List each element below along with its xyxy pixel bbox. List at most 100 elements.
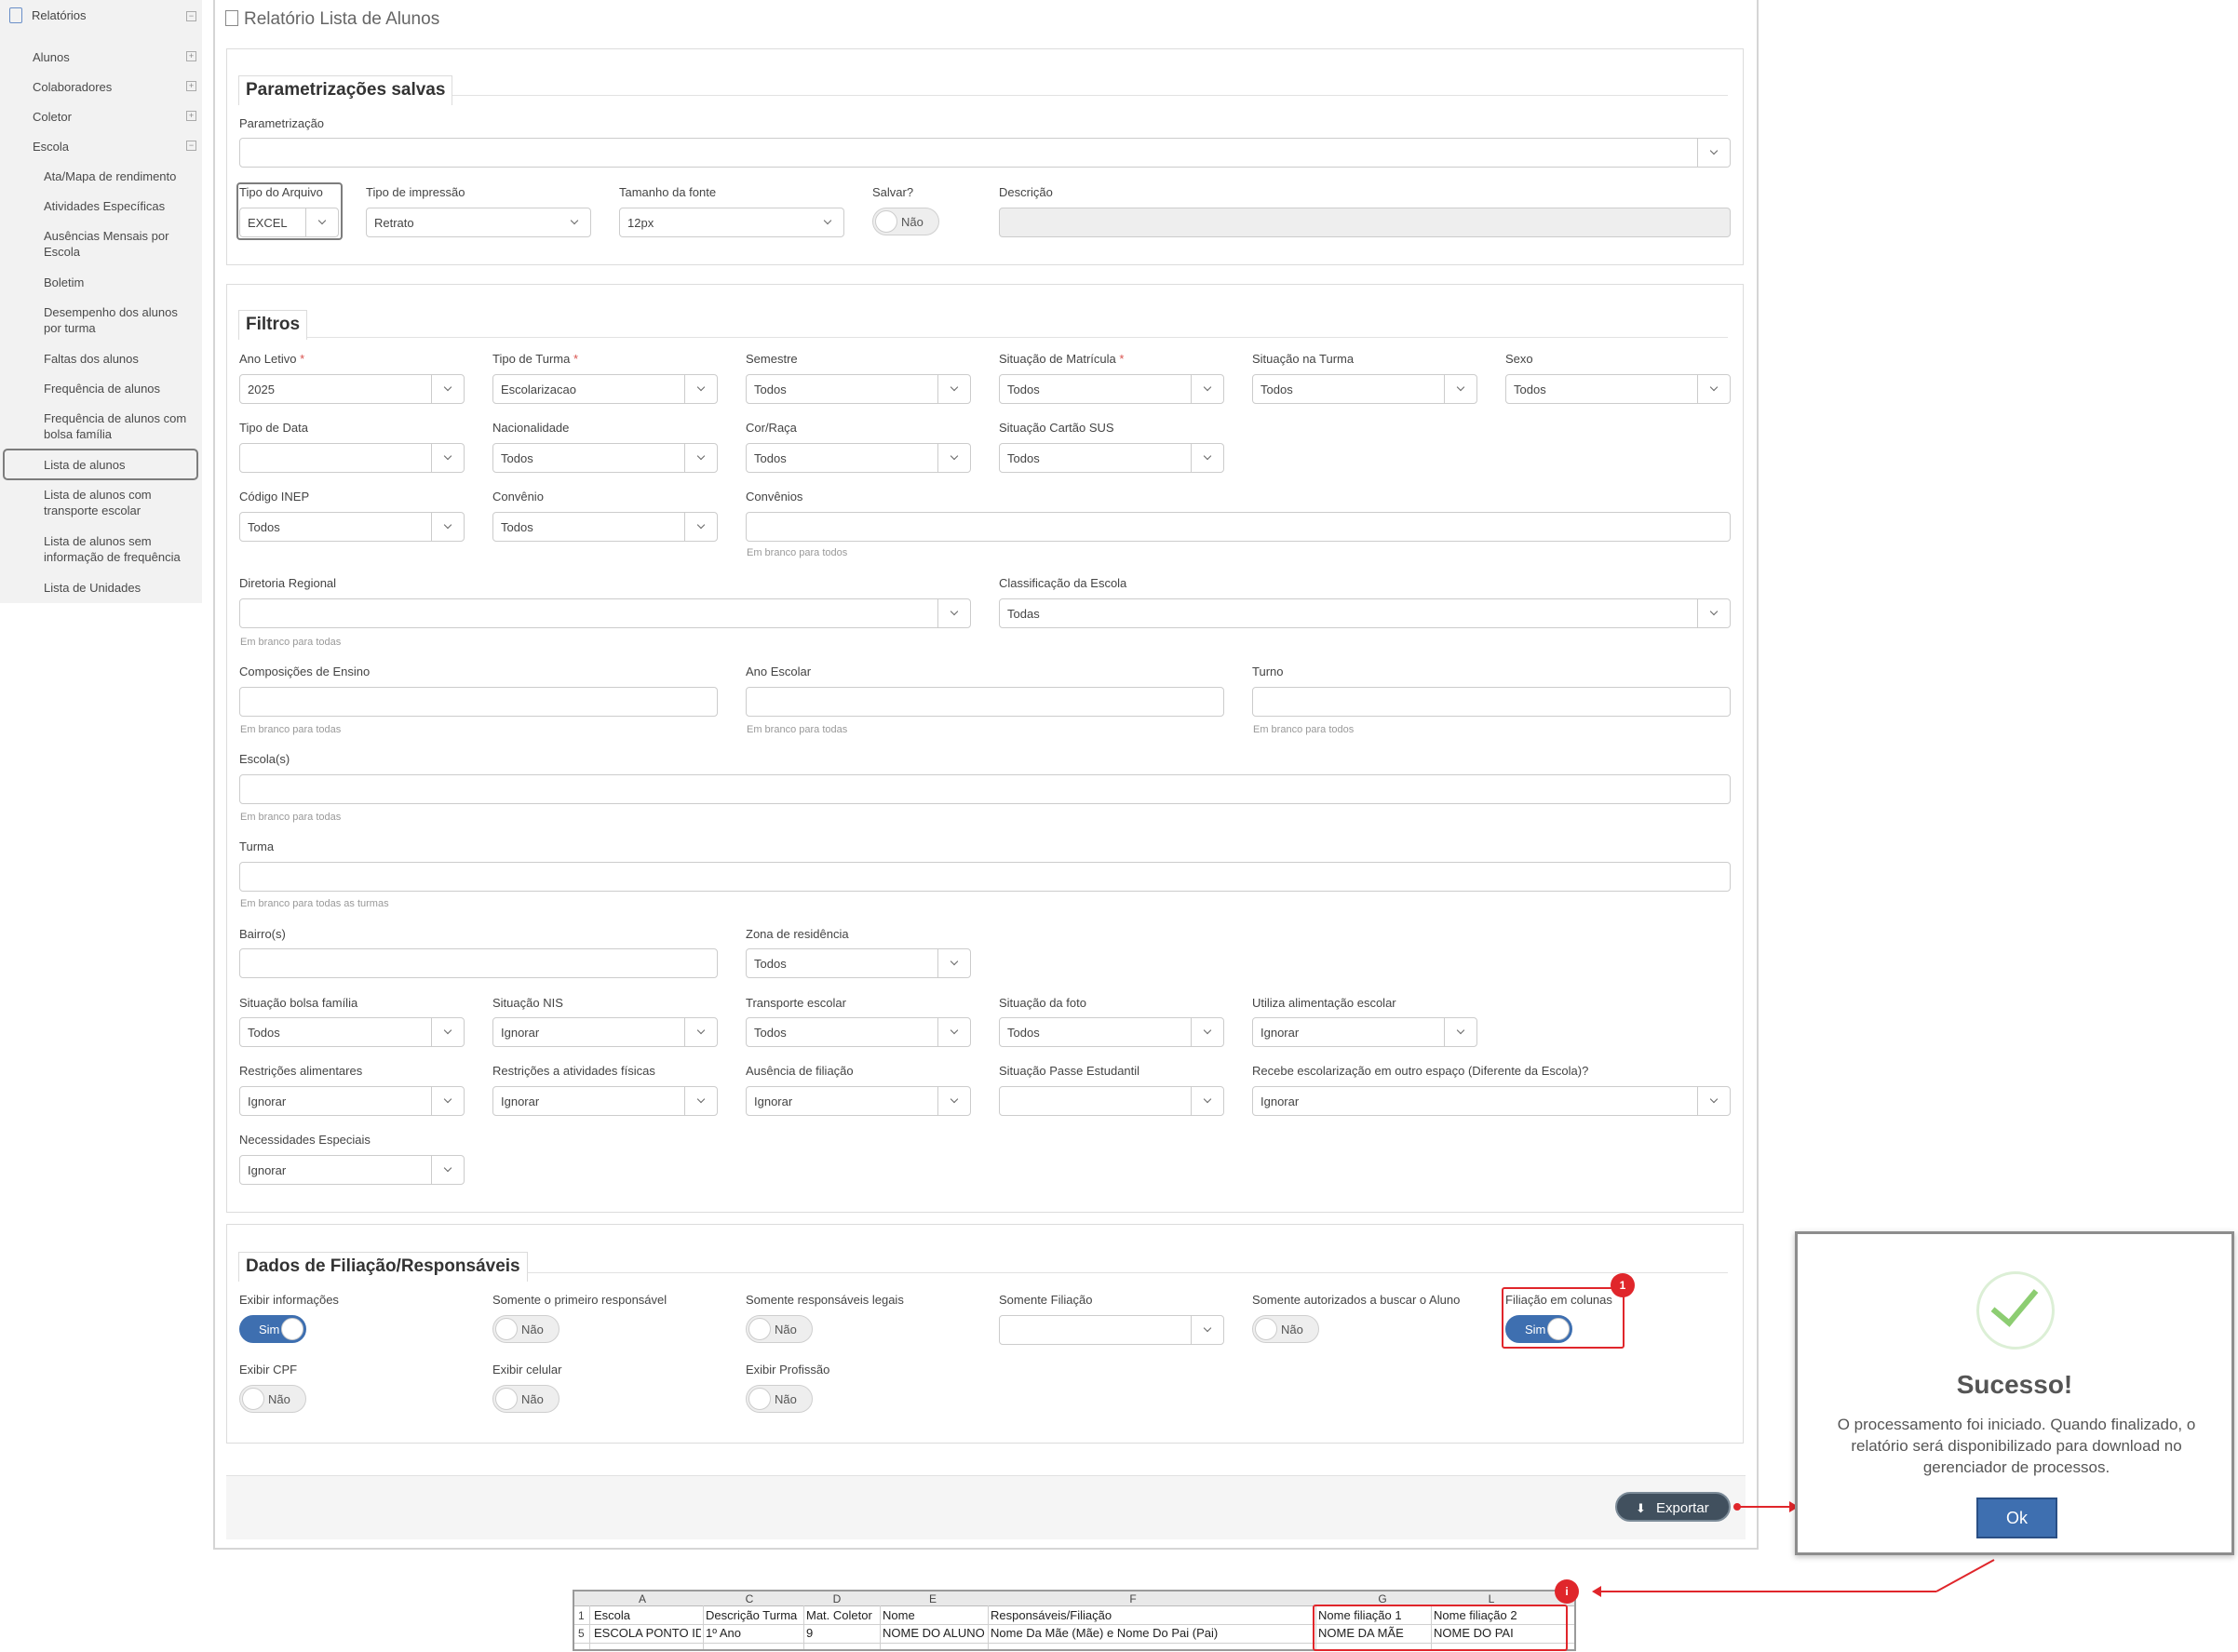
alimentacao-value: Ignorar bbox=[1261, 1026, 1300, 1040]
chevron-down-icon bbox=[937, 1018, 970, 1046]
column-letter: D bbox=[832, 1592, 842, 1605]
sidebar-item-alunos[interactable]: Alunos bbox=[33, 49, 70, 65]
chevron-down-icon bbox=[431, 513, 464, 541]
sidebar-item-lista-alunos[interactable]: Lista de alunos bbox=[44, 457, 193, 473]
sexo-select[interactable]: Todos bbox=[1505, 374, 1731, 404]
semestre-select[interactable]: Todos bbox=[746, 374, 971, 404]
nis-select[interactable]: Ignorar bbox=[492, 1017, 718, 1047]
autorizados-toggle-text: Não bbox=[1281, 1323, 1303, 1336]
sidebar-item-boletim[interactable]: Boletim bbox=[44, 275, 193, 290]
expand-icon[interactable]: + bbox=[186, 81, 196, 91]
sidebar-item-atividades[interactable]: Atividades Específicas bbox=[44, 198, 193, 214]
page-title-text: Relatório Lista de Alunos bbox=[244, 9, 440, 29]
restricoes-alim-label: Restrições alimentares bbox=[239, 1064, 363, 1078]
sit-turma-select[interactable]: Todos bbox=[1252, 374, 1477, 404]
necessidades-label: Necessidades Especiais bbox=[239, 1133, 371, 1147]
expand-icon[interactable]: + bbox=[186, 51, 196, 61]
toggle-knob bbox=[875, 210, 897, 233]
cor-raca-select[interactable]: Todos bbox=[746, 443, 971, 473]
sidebar-item-coletor[interactable]: Coletor bbox=[33, 109, 72, 125]
chevron-down-icon bbox=[1697, 139, 1730, 167]
foto-select[interactable]: Todos bbox=[999, 1017, 1224, 1047]
sidebar-item-escola[interactable]: Escola bbox=[33, 139, 69, 154]
collapse-icon[interactable]: − bbox=[186, 141, 196, 151]
outro-espaco-select[interactable]: Ignorar bbox=[1252, 1086, 1731, 1116]
sit-matricula-label: Situação de Matrícula * bbox=[999, 352, 1124, 366]
alimentacao-label: Utiliza alimentação escolar bbox=[1252, 996, 1396, 1010]
modal-message: O processamento foi iniciado. Quando fin… bbox=[1837, 1416, 2196, 1476]
data-cell: NOME DO ALUNO bbox=[883, 1626, 985, 1640]
zona-select[interactable]: Todos bbox=[746, 948, 971, 978]
tipo-impressao-select[interactable]: Retrato bbox=[366, 208, 591, 237]
restricoes-fis-select[interactable]: Ignorar bbox=[492, 1086, 718, 1116]
sidebar-item-colaboradores[interactable]: Colaboradores bbox=[33, 79, 112, 95]
primeiro-resp-toggle[interactable]: Não bbox=[492, 1315, 560, 1343]
cartao-sus-select[interactable]: Todos bbox=[999, 443, 1224, 473]
turma-input[interactable] bbox=[239, 862, 1731, 892]
sidebar-item-desempenho[interactable]: Desempenho dos alunos por turma bbox=[44, 304, 188, 336]
classificacao-value: Todas bbox=[1007, 607, 1040, 621]
turno-input[interactable] bbox=[1252, 687, 1731, 717]
convenios-input[interactable] bbox=[746, 512, 1731, 542]
necessidades-select[interactable]: Ignorar bbox=[239, 1155, 465, 1185]
classificacao-select[interactable]: Todas bbox=[999, 598, 1731, 628]
convenio-select[interactable]: Todos bbox=[492, 512, 718, 542]
tipo-data-select[interactable] bbox=[239, 443, 465, 473]
bairros-input[interactable] bbox=[239, 948, 718, 978]
nacionalidade-select[interactable]: Todos bbox=[492, 443, 718, 473]
somente-filiacao-select[interactable] bbox=[999, 1315, 1224, 1345]
sidebar-item-lista-transporte[interactable]: Lista de alunos com transporte escolar bbox=[44, 487, 165, 518]
diretoria-select[interactable] bbox=[239, 598, 971, 628]
ok-button[interactable]: Ok bbox=[1976, 1498, 2057, 1538]
chevron-down-icon bbox=[1697, 599, 1730, 627]
sidebar-item-ata-mapa[interactable]: Ata/Mapa de rendimento bbox=[44, 168, 193, 184]
ausencia-fil-value: Ignorar bbox=[754, 1095, 793, 1108]
ausencia-fil-select[interactable]: Ignorar bbox=[746, 1086, 971, 1116]
restricoes-alim-value: Ignorar bbox=[248, 1095, 287, 1108]
parametrizacao-select[interactable] bbox=[239, 138, 1731, 168]
tipo-arquivo-select[interactable]: EXCEL bbox=[239, 208, 339, 237]
restricoes-alim-select[interactable]: Ignorar bbox=[239, 1086, 465, 1116]
transporte-select[interactable]: Todos bbox=[746, 1017, 971, 1047]
alimentacao-select[interactable]: Ignorar bbox=[1252, 1017, 1477, 1047]
sidebar-item-lista-unidades[interactable]: Lista de Unidades bbox=[44, 580, 193, 596]
sidebar-item-frequencia[interactable]: Frequência de alunos bbox=[44, 381, 193, 396]
sidebar-item-ausencias[interactable]: Ausências Mensais por Escola bbox=[44, 228, 183, 260]
sidebar-item-faltas[interactable]: Faltas dos alunos bbox=[44, 351, 193, 367]
descricao-input[interactable] bbox=[999, 208, 1731, 237]
composicoes-input[interactable] bbox=[239, 687, 718, 717]
codigo-inep-select[interactable]: Todos bbox=[239, 512, 465, 542]
profissao-toggle[interactable]: Não bbox=[746, 1385, 813, 1413]
sit-matricula-select[interactable]: Todos bbox=[999, 374, 1224, 404]
cpf-toggle[interactable]: Não bbox=[239, 1385, 306, 1413]
escolas-label: Escola(s) bbox=[239, 752, 290, 766]
column-letter: F bbox=[1129, 1592, 1137, 1605]
resp-legais-toggle[interactable]: Não bbox=[746, 1315, 813, 1343]
exibir-info-toggle[interactable]: Sim bbox=[239, 1315, 306, 1343]
tipo-turma-select[interactable]: Escolarizacao bbox=[492, 374, 718, 404]
ano-escolar-input[interactable] bbox=[746, 687, 1224, 717]
ano-letivo-value: 2025 bbox=[248, 383, 275, 396]
escolas-input[interactable] bbox=[239, 774, 1731, 804]
tipo-turma-label: Tipo de Turma * bbox=[492, 352, 578, 366]
collapse-icon[interactable]: − bbox=[186, 11, 196, 21]
sidebar-item-lista-sem-frequencia[interactable]: Lista de alunos sem informação de frequê… bbox=[44, 533, 193, 565]
composicoes-label: Composições de Ensino bbox=[239, 665, 371, 678]
autorizados-toggle[interactable]: Não bbox=[1252, 1315, 1319, 1343]
export-button[interactable]: ⬇ Exportar bbox=[1615, 1492, 1731, 1522]
ano-letivo-select[interactable]: 2025 bbox=[239, 374, 465, 404]
celular-toggle[interactable]: Não bbox=[492, 1385, 560, 1413]
bolsa-select[interactable]: Todos bbox=[239, 1017, 465, 1047]
sidebar-item-frequencia-bolsa[interactable]: Frequência de alunos com bolsa família bbox=[44, 410, 197, 442]
colunas-toggle[interactable]: Sim bbox=[1505, 1315, 1572, 1343]
colunas-toggle-text: Sim bbox=[1525, 1323, 1546, 1336]
salvar-toggle[interactable]: Não bbox=[872, 208, 939, 235]
chevron-down-icon bbox=[431, 1087, 464, 1115]
sidebar-root[interactable]: Relatórios bbox=[9, 7, 195, 26]
chevron-down-icon bbox=[1697, 375, 1730, 403]
success-check-icon bbox=[1976, 1271, 2055, 1350]
tamanho-fonte-select[interactable]: 12px bbox=[619, 208, 844, 237]
passe-select[interactable] bbox=[999, 1086, 1224, 1116]
expand-icon[interactable]: + bbox=[186, 111, 196, 121]
tipo-impressao-value: Retrato bbox=[374, 216, 414, 230]
